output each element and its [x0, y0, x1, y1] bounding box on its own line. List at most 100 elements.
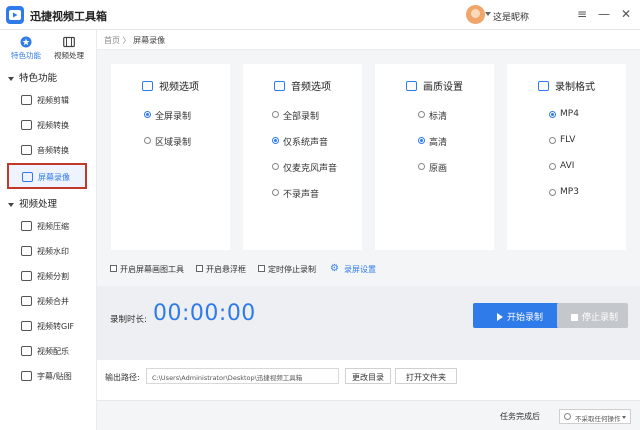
chevron-down-icon — [8, 202, 14, 207]
sidebar-item-label: 视频配乐 — [37, 347, 69, 356]
sidebar-item-video-convert[interactable]: 视频转换 — [8, 114, 87, 136]
option-label: AVI — [560, 161, 575, 171]
radio-button[interactable] — [272, 163, 279, 170]
option-label: FLV — [560, 135, 576, 145]
sidebar-item-video-edit[interactable]: 视频剪辑 — [8, 89, 87, 111]
tab-video-processing[interactable]: 视频处理 — [48, 34, 90, 62]
checkbox[interactable] — [258, 265, 265, 272]
radio-button[interactable] — [418, 163, 425, 170]
stop-record-button[interactable]: 停止录制 — [557, 303, 628, 328]
title-bar: 迅捷视频工具箱 这是昵称 ≡ — ✕ — [0, 0, 640, 30]
tab-featured[interactable]: 特色功能 — [5, 34, 47, 62]
breadcrumb-home[interactable]: 首页 — [104, 36, 120, 45]
compress-icon — [21, 221, 32, 231]
checkbox[interactable] — [196, 265, 203, 272]
minimize-icon[interactable]: — — [597, 7, 611, 21]
app-title: 迅捷视频工具箱 — [30, 10, 107, 23]
sidebar-item-music[interactable]: 视频配乐 — [8, 340, 87, 362]
sidebar-item-label: 视频剪辑 — [37, 96, 69, 105]
menu-icon[interactable]: ≡ — [575, 7, 589, 21]
radio-button[interactable] — [272, 137, 279, 144]
video-edit-icon — [21, 95, 32, 105]
radio-button[interactable] — [549, 137, 556, 144]
chevron-down-icon — [8, 76, 14, 81]
close-icon[interactable]: ✕ — [619, 7, 633, 21]
radio-button[interactable] — [272, 189, 279, 196]
card-title-text: 视频选项 — [159, 82, 199, 93]
layers-icon — [538, 81, 549, 91]
option-label: 仅系统声音 — [283, 138, 329, 148]
sidebar-item-split[interactable]: 视频分割 — [8, 265, 87, 287]
checkbox-label: 开启悬浮框 — [206, 265, 246, 274]
audio-option-icon — [274, 81, 285, 91]
after-task-value: 不采取任何操作 — [575, 415, 621, 423]
record-settings-label: 录屏设置 — [344, 265, 376, 274]
video-option-icon — [142, 81, 153, 91]
card-title: 视频选项 — [111, 78, 230, 93]
music-icon — [21, 346, 32, 356]
watermark-icon — [21, 246, 32, 256]
card-title-text: 画质设置 — [423, 82, 463, 93]
radio-button[interactable] — [418, 111, 425, 118]
status-bar: 任务完成后 不采取任何操作 — [97, 400, 640, 430]
sidebar-item-label: 视频合并 — [37, 297, 69, 306]
option-label: 仅麦克风声音 — [283, 164, 338, 174]
sidebar-item-label: 视频转GIF — [37, 322, 75, 331]
checkbox[interactable] — [110, 265, 117, 272]
option-label: 全部录制 — [283, 112, 320, 122]
output-path-field[interactable]: C:\Users\Administrator\Desktop\迅捷视频工具箱 — [146, 368, 339, 384]
card-title-text: 音频选项 — [291, 82, 331, 93]
option-label: 不录声音 — [283, 190, 320, 200]
sidebar-group-featured[interactable]: 特色功能 — [8, 70, 57, 84]
breadcrumb-current: 屏幕录像 — [133, 36, 166, 45]
sidebar-item-merge[interactable]: 视频合并 — [8, 290, 87, 312]
sidebar-item-gif[interactable]: 视频转GIF — [8, 315, 87, 337]
chevron-down-icon — [622, 416, 626, 419]
start-record-button[interactable]: 开始录制 — [473, 303, 559, 328]
sidebar-item-label: 视频转换 — [37, 121, 69, 130]
video-convert-icon — [21, 120, 32, 130]
info-icon — [564, 413, 571, 420]
sidebar-item-subtitle[interactable]: 字幕/贴图 — [8, 365, 87, 387]
radio-button[interactable] — [272, 111, 279, 118]
audio-convert-icon — [21, 145, 32, 155]
main-panel: 首页 〉 屏幕录像 视频选项 全屏录制 区域录制 音频选项 全部录制 仅系统声音… — [97, 30, 640, 430]
output-path-label: 输出路径: — [105, 373, 140, 382]
gear-icon: ⚙ — [330, 263, 339, 274]
film-icon — [63, 36, 75, 48]
merge-icon — [21, 296, 32, 306]
sidebar-item-label: 视频压缩 — [37, 222, 69, 231]
option-label: MP3 — [560, 187, 579, 197]
output-row: 输出路径: C:\Users\Administrator\Desktop\迅捷视… — [97, 360, 640, 400]
radio-button[interactable] — [144, 137, 151, 144]
radio-button[interactable] — [549, 189, 556, 196]
breadcrumb: 首页 〉 屏幕录像 — [97, 30, 640, 50]
option-label: 区域录制 — [155, 138, 192, 148]
card-title: 音频选项 — [243, 78, 362, 93]
sidebar-item-compress[interactable]: 视频压缩 — [8, 215, 87, 237]
sidebar-item-label: 字幕/贴图 — [37, 372, 72, 381]
user-name[interactable]: 这是昵称 — [493, 10, 529, 23]
sidebar-item-audio-convert[interactable]: 音频转换 — [8, 139, 87, 161]
sidebar-item-watermark[interactable]: 视频水印 — [8, 240, 87, 262]
option-label: 高清 — [429, 138, 448, 148]
record-panel: 录制时长: 00:00:00 开始录制 停止录制 — [97, 286, 640, 360]
sidebar-item-label: 屏幕录像 — [38, 173, 70, 182]
video-options-card: 视频选项 全屏录制 区域录制 — [111, 64, 230, 250]
chevron-down-icon[interactable] — [485, 12, 491, 16]
radio-button[interactable] — [418, 137, 425, 144]
checkbox-label: 定时停止录制 — [268, 265, 316, 274]
radio-button[interactable] — [549, 163, 556, 170]
hd-icon — [406, 81, 417, 91]
sidebar-group-video-processing[interactable]: 视频处理 — [8, 196, 57, 210]
sidebar-item-screen-record[interactable]: 屏幕录像 — [7, 163, 87, 189]
sidebar-item-label: 视频水印 — [37, 247, 69, 256]
sidebar-group-label: 视频处理 — [19, 199, 58, 210]
change-directory-button[interactable]: 更改目录 — [345, 368, 391, 384]
open-folder-button[interactable]: 打开文件夹 — [395, 368, 457, 384]
after-task-select[interactable]: 不采取任何操作 — [559, 409, 631, 424]
radio-button[interactable] — [144, 111, 151, 118]
card-title: 画质设置 — [375, 78, 494, 93]
avatar[interactable] — [466, 5, 485, 24]
radio-button[interactable] — [549, 111, 556, 118]
